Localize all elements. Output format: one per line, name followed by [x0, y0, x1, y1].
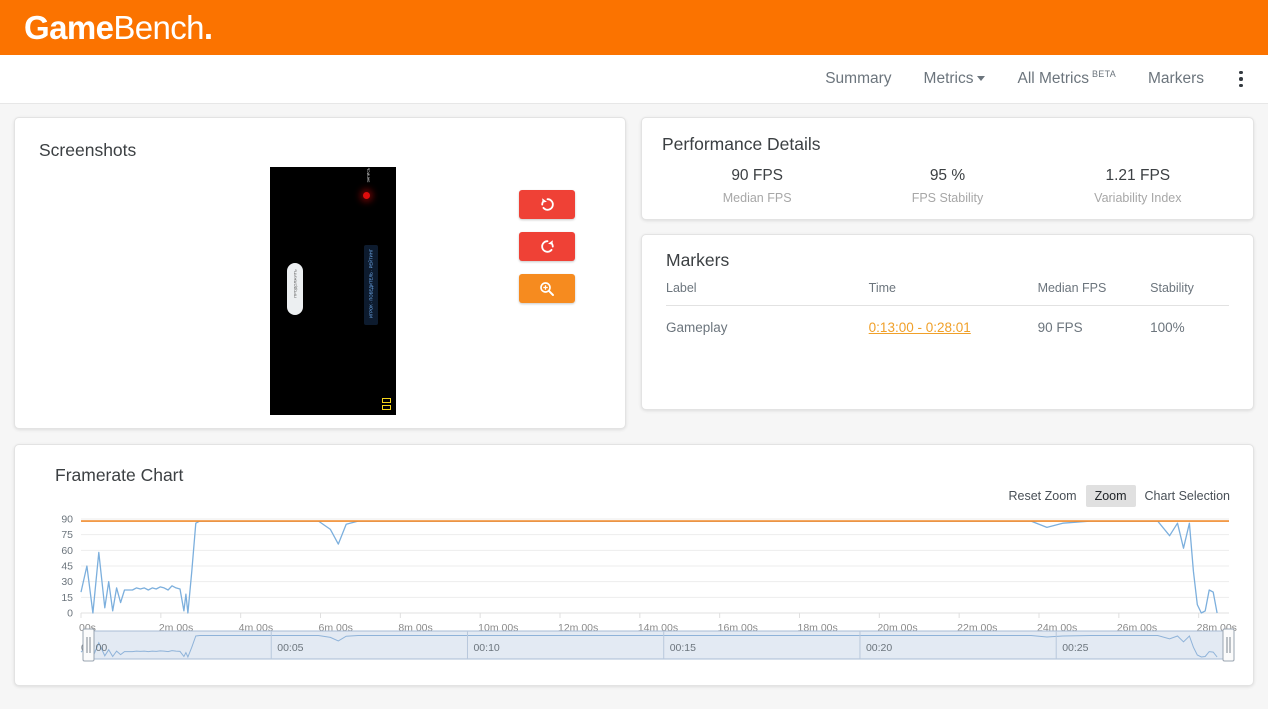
marker-median-fps: 90 FPS	[1038, 306, 1151, 336]
svg-text:00:05: 00:05	[277, 642, 303, 654]
svg-text:60: 60	[61, 545, 73, 557]
logo-text-game: Game	[24, 9, 113, 46]
zoom-button[interactable]: Zoom	[1086, 485, 1136, 507]
performance-stats: 90 FPS Median FPS 95 % FPS Stability 1.2…	[662, 167, 1233, 205]
svg-text:15: 15	[61, 592, 73, 604]
stat-variability-index-label: Variability Index	[1043, 191, 1233, 205]
svg-text:00:20: 00:20	[866, 642, 892, 654]
svg-text:00:15: 00:15	[670, 642, 696, 654]
svg-text:45: 45	[61, 561, 73, 573]
screenshot-area: ЗАПИСЬ ПРОДОЛЖИТЬ ИГРОК · ПОБЕДИТЕЛЬ · Р…	[39, 167, 601, 417]
chevron-down-icon	[977, 76, 985, 81]
marker-time-link[interactable]: 0:13:00 - 0:28:01	[869, 320, 971, 335]
beta-badge: BETA	[1092, 69, 1116, 79]
gamebench-logo[interactable]: GameBench.	[24, 11, 212, 44]
markers-title: Markers	[666, 250, 1229, 271]
markers-header-row: Label Time Median FPS Stability	[666, 281, 1229, 306]
nav-label-metrics: Metrics	[924, 70, 974, 87]
nav-label-summary: Summary	[825, 70, 891, 87]
svg-text:0: 0	[67, 608, 73, 620]
nav-label-markers: Markers	[1148, 70, 1204, 87]
screenshots-title: Screenshots	[39, 140, 601, 161]
framerate-plot-svg[interactable]: 015304560759000s2m 00s4m 00s6m 00s8m 00s…	[29, 513, 1241, 673]
screenshot-red-text: ЗАПИСЬ	[367, 168, 371, 183]
kebab-dot-3	[1239, 84, 1243, 88]
record-dot-icon	[363, 192, 370, 199]
stat-fps-stability: 95 % FPS Stability	[852, 167, 1042, 205]
stat-variability-index-value: 1.21 FPS	[1043, 167, 1233, 185]
nav-label-all-metrics: All Metrics	[1017, 71, 1088, 88]
kebab-dot-1	[1239, 71, 1243, 75]
framerate-chart-title: Framerate Chart	[55, 465, 1239, 486]
chart-selection-button[interactable]: Chart Selection	[1136, 485, 1239, 507]
performance-details-title: Performance Details	[662, 134, 1233, 155]
svg-text:90: 90	[61, 514, 73, 526]
screenshot-info-panel: ИГРОК · ПОБЕДИТЕЛЬ · РЕЙТИНГ	[364, 245, 378, 325]
screenshot-pill-label: ПРОДОЛЖИТЬ	[293, 259, 298, 309]
nav-item-metrics[interactable]: Metrics	[908, 64, 1002, 94]
markers-col-time: Time	[869, 281, 1038, 306]
framerate-plot[interactable]: 015304560759000s2m 00s4m 00s6m 00s8m 00s…	[29, 513, 1241, 673]
magnifier-plus-icon	[538, 280, 556, 298]
screenshot-hud-icon	[382, 398, 391, 410]
logo-text-bench: Bench	[113, 9, 204, 46]
table-row: Gameplay 0:13:00 - 0:28:01 90 FPS 100%	[666, 306, 1229, 336]
nav-item-summary[interactable]: Summary	[809, 64, 907, 94]
stat-fps-stability-value: 95 %	[852, 167, 1042, 185]
right-column: Performance Details 90 FPS Median FPS 95…	[641, 117, 1254, 410]
screenshot-info-label: ИГРОК · ПОБЕДИТЕЛЬ · РЕЙТИНГ	[369, 244, 374, 324]
rotate-left-button[interactable]	[519, 190, 575, 219]
page-content: Screenshots ЗАПИСЬ ПРОДОЛЖИТЬ ИГРОК · ПО…	[0, 104, 1268, 686]
stat-median-fps-value: 90 FPS	[662, 167, 852, 185]
screenshots-card: Screenshots ЗАПИСЬ ПРОДОЛЖИТЬ ИГРОК · ПО…	[14, 117, 626, 429]
zoom-screenshot-button[interactable]	[519, 274, 575, 303]
screenshot-pill-button: ПРОДОЛЖИТЬ	[287, 263, 303, 315]
stat-variability-index: 1.21 FPS Variability Index	[1043, 167, 1233, 205]
screenshot-controls	[519, 190, 575, 303]
svg-text:00:25: 00:25	[1062, 642, 1088, 654]
markers-card: Markers Label Time Median FPS Stability …	[641, 234, 1254, 410]
chart-controls: Reset Zoom Zoom Chart Selection	[999, 485, 1239, 507]
kebab-dot-2	[1239, 77, 1243, 81]
kebab-menu-icon[interactable]	[1228, 64, 1254, 94]
svg-text:00:10: 00:10	[473, 642, 499, 654]
stat-fps-stability-label: FPS Stability	[852, 191, 1042, 205]
rotate-counterclockwise-icon	[539, 196, 556, 213]
main-navbar: Summary Metrics All Metrics BETA Markers	[0, 55, 1268, 104]
marker-label: Gameplay	[666, 306, 869, 336]
logo-dot: .	[204, 9, 213, 46]
stat-median-fps-label: Median FPS	[662, 191, 852, 205]
nav-item-markers[interactable]: Markers	[1132, 64, 1220, 94]
marker-stability: 100%	[1150, 306, 1229, 336]
markers-col-median-fps: Median FPS	[1038, 281, 1151, 306]
performance-details-card: Performance Details 90 FPS Median FPS 95…	[641, 117, 1254, 220]
brand-header: GameBench.	[0, 0, 1268, 55]
rotate-right-button[interactable]	[519, 232, 575, 261]
markers-table: Label Time Median FPS Stability Gameplay…	[666, 281, 1229, 335]
markers-col-label: Label	[666, 281, 869, 306]
svg-text:75: 75	[61, 529, 73, 541]
screenshot-thumbnail[interactable]: ЗАПИСЬ ПРОДОЛЖИТЬ ИГРОК · ПОБЕДИТЕЛЬ · Р…	[270, 167, 396, 415]
svg-text:30: 30	[61, 576, 73, 588]
reset-zoom-button[interactable]: Reset Zoom	[999, 485, 1085, 507]
rotate-clockwise-icon	[539, 238, 556, 255]
framerate-chart-card: Framerate Chart Reset Zoom Zoom Chart Se…	[14, 444, 1254, 686]
stat-median-fps: 90 FPS Median FPS	[662, 167, 852, 205]
top-row: Screenshots ЗАПИСЬ ПРОДОЛЖИТЬ ИГРОК · ПО…	[14, 117, 1254, 429]
nav-item-all-metrics[interactable]: All Metrics BETA	[1001, 63, 1132, 94]
markers-col-stability: Stability	[1150, 281, 1229, 306]
